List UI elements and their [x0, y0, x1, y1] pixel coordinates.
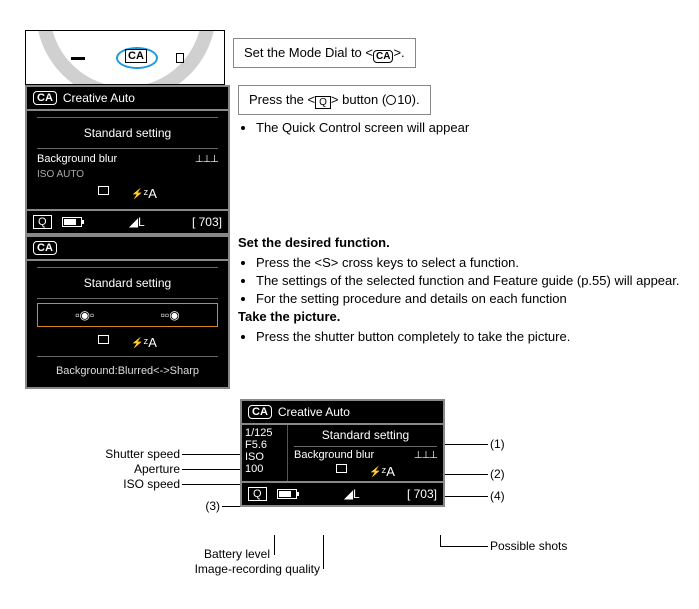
hint-text: Background:Blurred<->Sharp	[27, 359, 228, 383]
camera-screen-3: CA Creative Auto 1/125 F5.6 ISO 100 Stan…	[240, 399, 445, 507]
step3-heading: Set the desired function.	[238, 235, 689, 250]
step1-instruction: Set the Mode Dial to <CA>.	[233, 38, 416, 68]
battery-icon	[277, 489, 297, 499]
label-iso: ISO speed	[30, 477, 180, 491]
aperture-value: F5.6	[245, 439, 284, 451]
mode-dial-image: CA	[25, 30, 225, 85]
flash-auto-icon: ᶻA	[131, 186, 157, 201]
ca-badge: CA	[248, 405, 272, 419]
active-slider: ▫◉▫ ▫▫◉	[37, 303, 218, 327]
q-icon: Q	[315, 96, 331, 109]
standard-setting: Standard setting	[288, 425, 443, 445]
step4-heading: Take the picture.	[238, 309, 689, 324]
label-shutter: Shutter speed	[30, 447, 180, 461]
ca-badge: CA	[33, 241, 57, 255]
label-battery: Battery level	[30, 547, 270, 561]
drive-mode-icon	[336, 464, 347, 473]
slider-icon: ⊥⊥⊥	[195, 154, 218, 165]
q-button-icon: Q	[33, 215, 52, 229]
label-3: (3)	[30, 499, 220, 513]
camera-screen-1: CA Creative Auto Standard setting Backgr…	[25, 85, 230, 235]
label-1: (1)	[490, 437, 505, 451]
q-button-icon: Q	[248, 487, 267, 501]
thumb-icon: ▫▫◉	[161, 308, 180, 322]
label-aperture: Aperture	[30, 462, 180, 476]
shutter-value: 1/125	[245, 427, 284, 439]
flash-auto-icon: ᶻA	[131, 335, 157, 350]
drive-mode-icon	[98, 335, 109, 344]
ca-icon: CA	[373, 50, 393, 63]
camera-screen-2: CA Standard setting ▫◉▫ ▫▫◉ ᶻA Backgroun…	[25, 235, 230, 389]
slider-icon: ⊥⊥⊥	[414, 450, 437, 461]
label-2: (2)	[490, 467, 505, 481]
step2-bullet: The Quick Control screen will appear	[256, 119, 699, 137]
screen-title: Creative Auto	[63, 91, 135, 105]
ca-badge: CA	[33, 91, 57, 105]
shots-remaining: [ 703]	[407, 487, 437, 501]
standard-setting: Standard setting	[27, 120, 228, 146]
step2-instruction: Press the <Q> button (10).	[238, 85, 431, 115]
bg-blur-label: Background blur	[37, 153, 117, 165]
timer-icon	[386, 95, 396, 105]
thumb-icon: ▫◉▫	[75, 308, 94, 322]
step3-bullet: The settings of the selected function an…	[256, 272, 689, 290]
standard-setting: Standard setting	[27, 270, 228, 296]
step3-bullet: For the setting procedure and details on…	[256, 290, 689, 308]
flash-auto-icon: ᶻA	[369, 464, 395, 479]
step4-bullet: Press the shutter button completely to t…	[256, 328, 689, 346]
label-quality: Image-recording quality	[30, 562, 320, 576]
label-4: (4)	[490, 489, 505, 503]
label-shots: Possible shots	[490, 539, 567, 553]
shots-remaining: [ 703]	[192, 215, 222, 229]
iso-value: ISO 100	[245, 451, 284, 475]
labeled-diagram: Shutter speed Aperture ISO speed (3) Bat…	[30, 399, 670, 589]
dial-ca-label: CA	[125, 49, 147, 63]
drive-mode-icon	[98, 186, 109, 195]
screen-title: Creative Auto	[278, 405, 350, 419]
iso-auto-label: ISO AUTO	[37, 169, 84, 180]
quality-label: ◢L	[92, 215, 182, 229]
battery-icon	[62, 217, 82, 227]
quality-label: ◢L	[307, 487, 397, 501]
bg-blur-label: Background blur	[294, 449, 374, 461]
step3-bullet: Press the <S> cross keys to select a fun…	[256, 254, 689, 272]
